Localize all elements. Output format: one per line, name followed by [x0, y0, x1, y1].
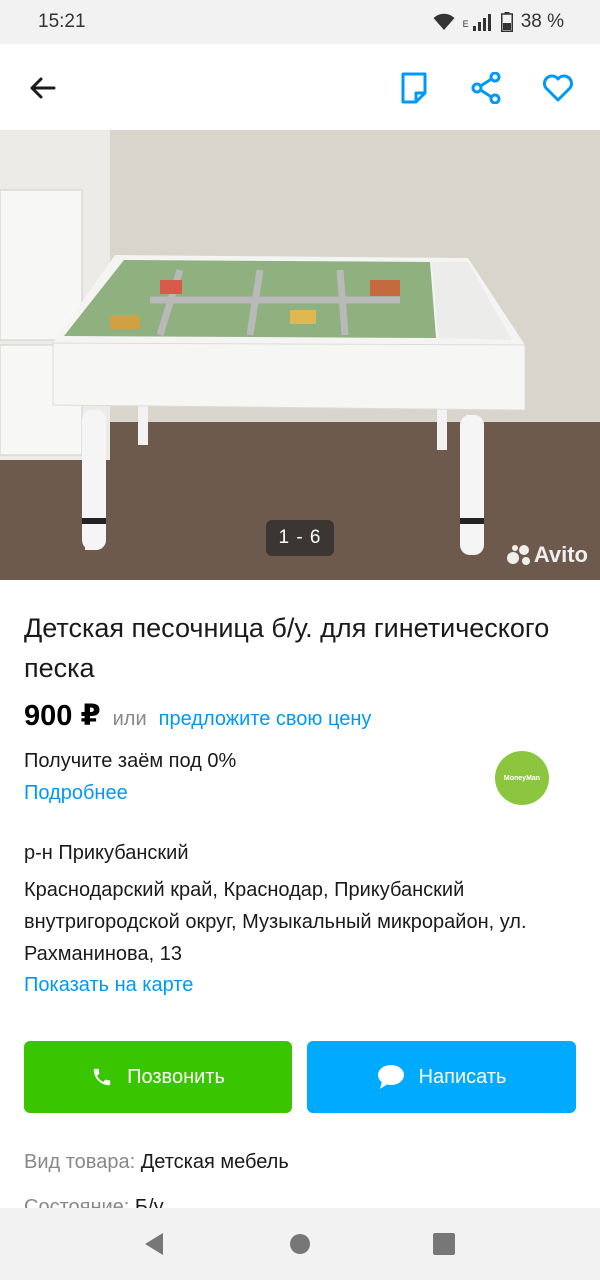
photo-gallery[interactable]: 1 - 6 Avito [0, 130, 600, 580]
nav-recents-button[interactable] [428, 1228, 460, 1260]
app-bar [0, 44, 600, 130]
arrow-left-icon [30, 77, 56, 99]
share-button[interactable] [466, 68, 506, 108]
chat-bubble-icon [377, 1065, 404, 1089]
avito-watermark: Avito [506, 542, 588, 568]
call-button-label: Позвонить [127, 1065, 225, 1088]
status-bar: 15:21 E 38 % [0, 0, 600, 44]
circle-home-icon [290, 1234, 310, 1254]
listing-price: 900 ₽ [24, 700, 101, 732]
wifi-icon [433, 13, 455, 30]
address: Краснодарский край, Краснодар, Прикубанс… [24, 879, 527, 965]
photo-counter: 1 - 6 [266, 520, 334, 556]
network-type: E [462, 19, 469, 29]
offer-price-link[interactable]: предложите свою цену [159, 708, 372, 731]
moneyman-logo[interactable]: MoneyMan [495, 751, 549, 805]
triangle-back-icon [145, 1233, 163, 1255]
signal-icon [472, 14, 491, 31]
heart-icon [543, 74, 573, 102]
param-value: Детская мебель [140, 1151, 289, 1173]
nav-back-button[interactable] [138, 1228, 170, 1260]
listing-title: Детская песочница б/у. для гинетического… [24, 613, 550, 683]
listing-photo [0, 130, 600, 580]
message-button-label: Написать [418, 1065, 507, 1088]
price-row: 900 ₽ или предложите свою цену [24, 698, 371, 733]
battery-icon [500, 12, 513, 32]
moneyman-logo-text: MoneyMan [503, 774, 541, 782]
avito-logo-icon [506, 545, 530, 565]
system-nav-bar [0, 1208, 600, 1280]
watermark-text: Avito [533, 542, 588, 567]
battery-level: 38 % [520, 11, 564, 32]
note-icon [401, 72, 427, 104]
loan-more-link[interactable]: Подробнее [24, 782, 128, 805]
show-on-map-link[interactable]: Показать на карте [24, 974, 193, 997]
phone-icon [93, 1068, 111, 1086]
status-time: 15:21 [38, 11, 86, 32]
message-button[interactable]: Написать [307, 1041, 576, 1113]
status-indicators: E 38 % [433, 11, 564, 33]
favorite-button[interactable] [538, 68, 578, 108]
param-key: Вид товара: [24, 1151, 136, 1173]
price-or-text: или [112, 708, 147, 730]
nav-home-button[interactable] [284, 1228, 316, 1260]
square-recents-icon [433, 1233, 455, 1255]
district: р-н Прикубанский [24, 842, 189, 864]
param-item-type: Вид товара: Детская мебель [24, 1151, 289, 1174]
back-button[interactable] [22, 68, 62, 108]
call-button[interactable]: Позвонить [24, 1041, 292, 1113]
note-button[interactable] [394, 68, 434, 108]
loan-promo-text: Получите заём под 0% [24, 750, 237, 772]
share-icon [471, 72, 501, 104]
